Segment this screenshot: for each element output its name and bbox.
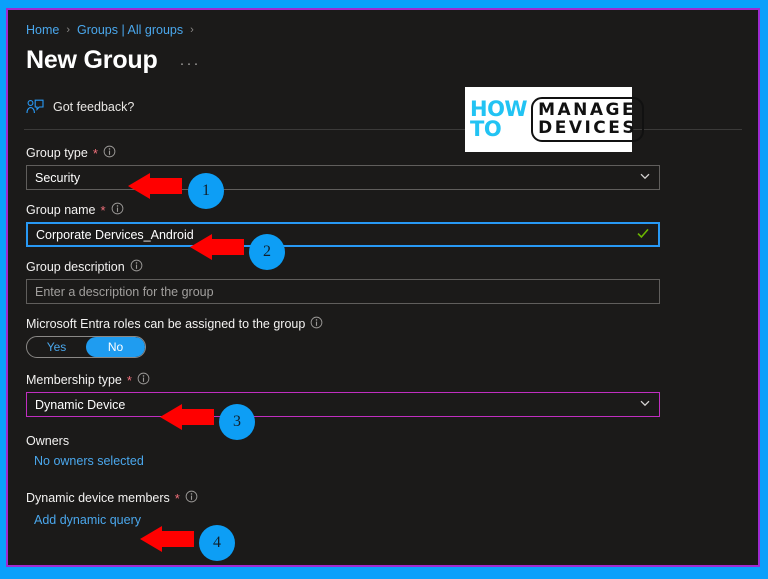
group-type-value: Security (35, 170, 81, 185)
membership-type-field: Membership type * Dynamic Device (26, 371, 660, 417)
group-description-field: Group description Enter a description fo… (26, 258, 660, 304)
info-icon[interactable] (130, 258, 143, 276)
validation-check-icon (636, 226, 650, 243)
dynamic-device-members-field: Dynamic device members * Add dynamic que… (26, 489, 660, 529)
logo-devices-text: DEVICES (538, 118, 638, 138)
info-icon[interactable] (185, 489, 198, 507)
screenshot-frame: Home › Groups | All groups › New Group ·… (0, 0, 768, 579)
group-description-label: Group description (26, 259, 125, 274)
got-feedback-label: Got feedback? (53, 100, 135, 114)
group-name-label: Group name (26, 202, 96, 217)
owners-label: Owners (26, 434, 70, 448)
toggle-option-yes[interactable]: Yes (27, 337, 86, 357)
group-name-label-row: Group name * (26, 201, 660, 218)
group-type-dropdown[interactable]: Security (26, 165, 660, 190)
new-group-form: Group type * Security Group name * Corpo… (26, 144, 660, 529)
howtomanagedevices-logo: HOW TO MANAGE DEVICES (465, 87, 645, 152)
breadcrumb-item-home[interactable]: Home (26, 23, 59, 37)
owners-field: Owners No owners selected (26, 434, 660, 470)
membership-type-value: Dynamic Device (35, 397, 126, 412)
dynamic-members-label-row: Dynamic device members * (26, 489, 660, 506)
required-asterisk: * (100, 203, 106, 218)
breadcrumb-item-groups[interactable]: Groups | All groups (77, 23, 183, 37)
group-type-label: Group type (26, 145, 88, 160)
info-icon[interactable] (111, 201, 124, 219)
no-owners-selected-link[interactable]: No owners selected (26, 454, 144, 468)
annotation-marker-4: 4 (199, 525, 235, 561)
logo-manage-text: MANAGE (538, 100, 637, 120)
annotation-arrow-4 (140, 526, 194, 552)
page-title: New Group (26, 46, 158, 74)
logo-to-text: TO (470, 116, 502, 141)
group-description-label-row: Group description (26, 258, 660, 275)
chevron-down-icon (639, 397, 651, 412)
membership-type-label-row: Membership type * (26, 371, 660, 388)
feedback-person-icon (26, 99, 44, 115)
got-feedback-link[interactable]: Got feedback? (26, 94, 134, 120)
breadcrumb-separator-icon: › (66, 24, 71, 36)
info-icon[interactable] (103, 144, 116, 162)
azure-portal-blade: Home › Groups | All groups › New Group ·… (8, 10, 758, 565)
breadcrumb-separator-icon-2: › (190, 24, 194, 36)
group-name-value: Corporate Dervices_Android (36, 227, 194, 242)
membership-type-label: Membership type (26, 372, 122, 387)
group-name-input[interactable]: Corporate Dervices_Android (26, 222, 660, 247)
chevron-down-icon (639, 170, 651, 185)
title-row: New Group ··· (26, 46, 742, 82)
add-dynamic-query-link[interactable]: Add dynamic query (26, 513, 141, 527)
group-name-field: Group name * Corporate Dervices_Android (26, 201, 660, 247)
toggle-option-no[interactable]: No (86, 337, 145, 357)
group-description-input[interactable]: Enter a description for the group (26, 279, 660, 304)
more-options-button[interactable]: ··· (180, 55, 201, 76)
entra-roles-label-row: Microsoft Entra roles can be assigned to… (26, 315, 660, 332)
info-icon[interactable] (137, 371, 150, 389)
required-asterisk: * (126, 373, 132, 388)
entra-roles-label: Microsoft Entra roles can be assigned to… (26, 316, 306, 331)
entra-roles-field: Microsoft Entra roles can be assigned to… (26, 315, 660, 358)
group-description-placeholder: Enter a description for the group (35, 284, 214, 299)
membership-type-dropdown[interactable]: Dynamic Device (26, 392, 660, 417)
logo-howto: HOW TO (470, 99, 528, 141)
window-frame: Home › Groups | All groups › New Group ·… (6, 8, 760, 567)
breadcrumb: Home › Groups | All groups › (26, 20, 742, 40)
dynamic-device-members-label: Dynamic device members (26, 490, 170, 505)
info-icon[interactable] (310, 315, 323, 333)
required-asterisk: * (92, 146, 98, 161)
required-asterisk: * (174, 491, 180, 506)
logo-device-outline: MANAGE DEVICES (531, 97, 645, 142)
entra-roles-toggle[interactable]: Yes No (26, 336, 146, 358)
